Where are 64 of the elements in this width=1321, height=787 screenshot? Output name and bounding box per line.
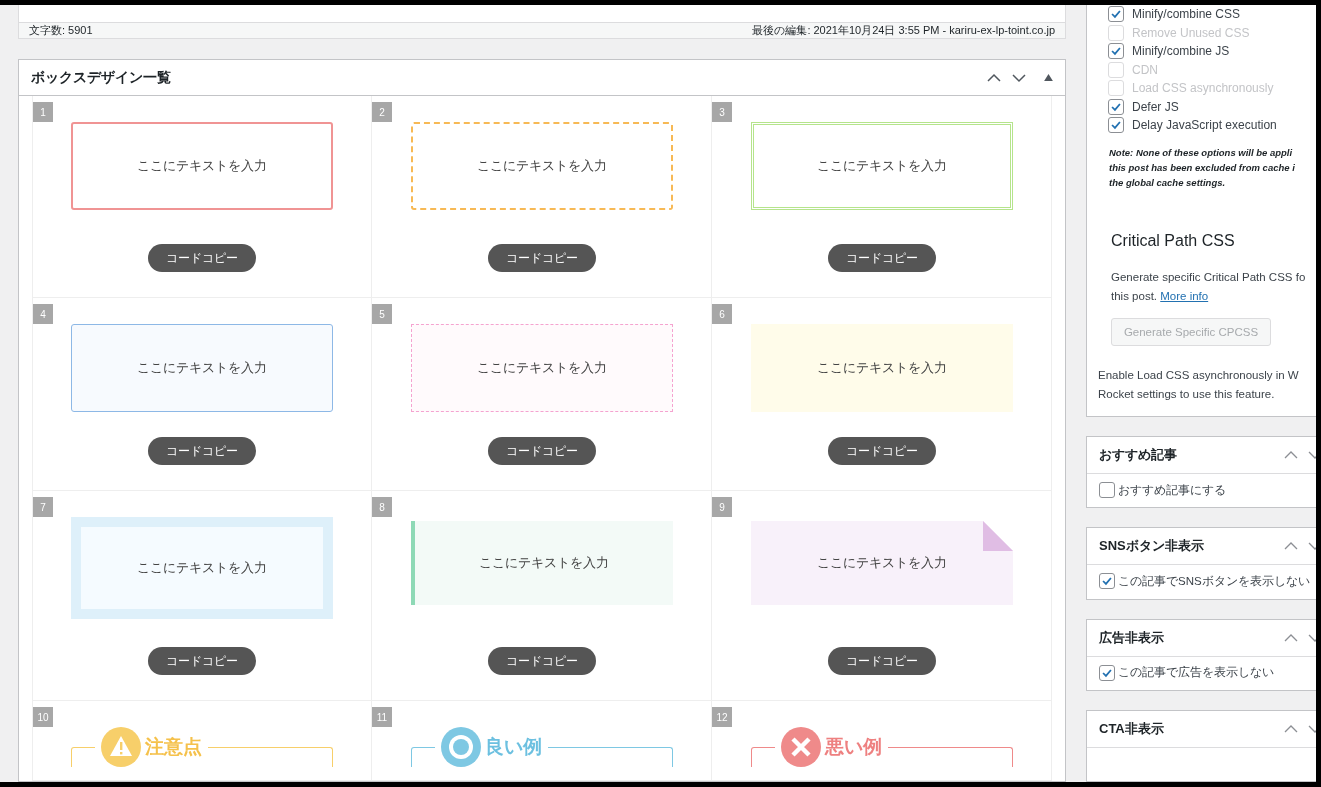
notice-text: Enable Load CSS asynchronously in W Rocket settings to use this feature. [1098, 367, 1300, 402]
option-label: この記事で広告を表示しない [1118, 665, 1274, 681]
box-heading: 注意点 [145, 735, 202, 759]
folded-corner [982, 521, 1013, 551]
box-heading: 悪い例 [824, 735, 882, 759]
option-label: CDN [1132, 62, 1158, 77]
number-badge: 8 [372, 497, 392, 517]
option-label: Defer JS [1132, 99, 1179, 114]
sample-text: ここにテキストを入力 [816, 157, 947, 175]
number-badge: 1 [33, 102, 53, 122]
note-text: Note: None of these options will be appli this post has been excluded from cache i the global cache settings. [1109, 145, 1296, 190]
checkbox[interactable] [1108, 43, 1124, 60]
copy-code-button[interactable]: コードコピー [148, 437, 256, 465]
copy-code-button[interactable]: コードコピー [487, 244, 596, 272]
panel-title: ボックスデザイン一覧 [31, 68, 172, 87]
box-title: CTA非表示 [1099, 719, 1165, 738]
sample-text: ここにテキストを入力 [816, 359, 947, 377]
box-title: 広告非表示 [1099, 628, 1165, 647]
number-badge: 5 [372, 304, 392, 324]
sample-text: ここにテキストを入力 [137, 559, 267, 577]
description-text: Generate specific Critical Path CSS fo this post. More info [1111, 269, 1307, 304]
option-label: おすすめ記事にする [1118, 482, 1226, 498]
collapse-icon[interactable] [1044, 74, 1053, 81]
checkbox[interactable] [1099, 482, 1115, 499]
option-label: Minify/combine JS [1132, 44, 1230, 59]
copy-code-button[interactable]: コードコピー [148, 244, 256, 272]
checkbox[interactable] [1108, 98, 1124, 115]
option-label: Load CSS asynchronously [1132, 81, 1274, 96]
sample-text: ここにテキストを入力 [476, 359, 607, 377]
copy-code-button[interactable]: コードコピー [827, 437, 936, 465]
checkbox[interactable] [1108, 6, 1124, 23]
option-label: この記事でSNSボタンを表示しない [1118, 573, 1310, 589]
box-title: おすすめ記事 [1099, 446, 1178, 465]
number-badge: 4 [33, 304, 53, 324]
checkbox[interactable] [1099, 573, 1115, 590]
copy-code-button[interactable]: コードコピー [827, 647, 936, 675]
copy-code-button[interactable]: コードコピー [827, 244, 936, 272]
sample-text: ここにテキストを入力 [137, 359, 267, 377]
number-badge: 6 [712, 304, 732, 324]
sample-text: ここにテキストを入力 [137, 157, 267, 175]
number-badge: 2 [372, 102, 392, 122]
sample-text: ここにテキストを入力 [478, 554, 609, 572]
box-title: SNSボタン非表示 [1099, 537, 1205, 556]
option-label: Remove Unused CSS [1132, 25, 1250, 40]
sample-text: ここにテキストを入力 [476, 157, 607, 175]
number-badge: 11 [372, 707, 392, 727]
copy-code-button[interactable]: コードコピー [487, 647, 596, 675]
number-badge: 12 [712, 707, 732, 727]
checkbox[interactable] [1099, 664, 1115, 681]
option-label: Delay JavaScript execution [1132, 118, 1277, 133]
word-count: 文字数: 5901 [29, 23, 93, 38]
number-badge: 7 [33, 497, 53, 517]
option-label: Minify/combine CSS [1132, 7, 1241, 22]
section-title: Critical Path CSS [1111, 231, 1236, 250]
number-badge: 3 [712, 102, 732, 122]
number-badge: 10 [33, 707, 53, 727]
sample-text: ここにテキストを入力 [816, 554, 947, 572]
last-edited: 最後の編集: 2021年10月24日 3:55 PM - kariru-ex-lp-toint.co.jp [752, 23, 1055, 38]
more-info-link[interactable]: More info [1160, 289, 1209, 302]
box-heading: 良い例 [484, 735, 542, 759]
copy-code-button[interactable]: コードコピー [487, 437, 596, 465]
checkbox[interactable] [1108, 117, 1124, 134]
number-badge: 9 [712, 497, 732, 517]
copy-code-button[interactable]: コードコピー [148, 647, 256, 675]
